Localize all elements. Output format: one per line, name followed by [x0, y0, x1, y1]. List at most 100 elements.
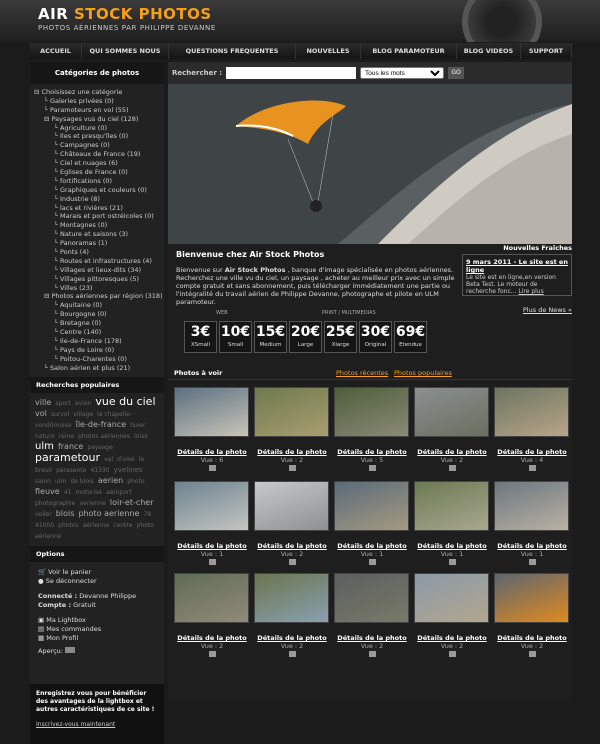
category-item[interactable]: └ Paramoteurs en vol (55)	[34, 106, 162, 115]
nav-accueil[interactable]: ACCUEIL	[30, 43, 82, 59]
category-item[interactable]: └ lacs et rivières (21)	[34, 204, 162, 213]
photo-thumbnail[interactable]	[334, 481, 409, 531]
photo-details-link[interactable]: Détails de la photo	[332, 634, 412, 642]
category-item[interactable]: └ Aquitaine (0)	[34, 301, 162, 310]
price-option[interactable]: 15€ Medium	[254, 321, 287, 353]
lightbox-link[interactable]: ▣ Ma Lightbox	[38, 616, 156, 625]
download-icon[interactable]	[288, 465, 296, 471]
photo-thumbnail[interactable]	[174, 573, 249, 623]
photo-thumbnail[interactable]	[414, 387, 489, 437]
site-logo[interactable]: AIR STOCK PHOTOS	[38, 5, 212, 23]
tag-cloud-link[interactable]: ulm	[55, 478, 66, 485]
tag-cloud-link[interactable]: 41330	[90, 467, 109, 474]
tag-cloud-link[interactable]: photo aerienne	[78, 509, 139, 518]
tag-cloud-link[interactable]: motorisé	[75, 489, 102, 496]
tag-cloud-link[interactable]: nature	[35, 433, 55, 440]
photo-details-link[interactable]: Détails de la photo	[252, 634, 332, 642]
tag-cloud-link[interactable]: aerien	[98, 476, 123, 485]
search-input[interactable]	[226, 67, 357, 79]
category-item[interactable]: └ Châteaux de France (19)	[34, 150, 162, 159]
category-item[interactable]: └ Pays de Loire (0)	[34, 346, 162, 355]
tag-cloud-link[interactable]: aérienne	[83, 522, 110, 529]
download-icon[interactable]	[448, 651, 456, 657]
download-icon[interactable]	[448, 559, 456, 565]
download-icon[interactable]	[288, 651, 296, 657]
tag-cloud-link[interactable]: photo	[127, 478, 144, 485]
tab-recent-photos[interactable]: Photos récentes	[336, 369, 388, 377]
photo-thumbnail[interactable]	[414, 573, 489, 623]
tag-cloud-link[interactable]: vue du ciel	[95, 395, 155, 408]
category-item[interactable]: └ Graphiques et couleurs (0)	[34, 186, 162, 195]
category-item[interactable]: └ Galeries privées (0)	[34, 97, 162, 106]
download-icon[interactable]	[208, 465, 216, 471]
tag-cloud-link[interactable]: blois	[56, 509, 75, 518]
category-item[interactable]: └ Villages pittoresques (5)	[34, 275, 162, 284]
price-option[interactable]: 69€ Etendue	[394, 321, 427, 353]
download-icon[interactable]	[208, 651, 216, 657]
tag-cloud-link[interactable]: loir-et-cher	[110, 498, 154, 507]
photo-thumbnail[interactable]	[494, 387, 569, 437]
photo-thumbnail[interactable]	[254, 573, 329, 623]
tag-cloud-link[interactable]: centre	[113, 522, 132, 529]
category-item[interactable]: └ Iles et presqu'îles (0)	[34, 132, 162, 141]
category-item[interactable]: ⊟ Paysages vus du ciel (128)	[34, 115, 162, 124]
tag-cloud-link[interactable]: photos aériennes	[78, 433, 130, 440]
nav-support[interactable]: SUPPORT	[521, 43, 572, 59]
tag-cloud-link[interactable]: parametour	[35, 451, 100, 464]
tag-cloud-link[interactable]: ulm	[35, 441, 54, 452]
download-icon[interactable]	[368, 465, 376, 471]
category-item[interactable]: └ Nature et saisons (3)	[34, 230, 162, 239]
category-item[interactable]: └ Ponts (4)	[34, 248, 162, 257]
orders-link[interactable]: ▤ Mes commandes	[38, 625, 156, 634]
tag-cloud-link[interactable]: 41000	[35, 522, 54, 529]
photo-thumbnail[interactable]	[254, 387, 329, 437]
download-icon[interactable]	[288, 559, 296, 565]
category-item[interactable]: └ Ciel et nuages (6)	[34, 159, 162, 168]
tag-cloud-link[interactable]: vol	[35, 409, 47, 418]
nav-blog-paramoteur[interactable]: BLOG PARAMOTEUR	[361, 43, 457, 59]
tag-cloud-link[interactable]: île-de-france	[76, 420, 127, 429]
category-item[interactable]: └ Agriculture (0)	[34, 124, 162, 133]
tag-cloud-link[interactable]: aéroport	[106, 489, 132, 496]
tag-cloud-link[interactable]: val	[104, 456, 113, 463]
download-icon[interactable]	[368, 559, 376, 565]
category-item[interactable]: ⊟ Photos aériennes par région (318)	[34, 292, 162, 301]
tag-cloud-link[interactable]: ville	[35, 398, 51, 407]
photo-details-link[interactable]: Détails de la photo	[492, 448, 572, 456]
category-item[interactable]: └ Routes et infrastructures (4)	[34, 257, 162, 266]
tag-cloud-link[interactable]: photos	[58, 522, 78, 529]
logout-link[interactable]: ● Se déconnecter	[38, 577, 156, 586]
photo-details-link[interactable]: Détails de la photo	[412, 448, 492, 456]
category-item[interactable]: └ Campagnes (0)	[34, 141, 162, 150]
tag-cloud-link[interactable]: voiler	[35, 511, 52, 518]
tag-cloud-link[interactable]: de blois	[70, 478, 93, 485]
tag-cloud-link[interactable]: hiver	[130, 422, 145, 429]
category-item[interactable]: └ Poitou-Charentes (0)	[34, 355, 162, 364]
category-item[interactable]: └ Marais et port ostréicoles (0)	[34, 212, 162, 221]
category-item[interactable]: └ Salon aérien et plus (21)	[34, 364, 162, 373]
tag-cloud-link[interactable]: salon	[35, 478, 51, 485]
more-news-link[interactable]: Plus de News »	[462, 306, 572, 314]
photo-details-link[interactable]: Détails de la photo	[492, 634, 572, 642]
category-item[interactable]: ⊟ Choisissez une catégorie	[34, 88, 162, 97]
tag-cloud-link[interactable]: france	[58, 442, 83, 451]
category-item[interactable]: └ Villes (23)	[34, 284, 162, 293]
price-option[interactable]: 25€ Xlarge	[324, 321, 357, 353]
category-item[interactable]: └ Villages et lieux-dits (34)	[34, 266, 162, 275]
category-item[interactable]: └ Ile-de-France (178)	[34, 337, 162, 346]
category-item[interactable]: └ Bourgogne (0)	[34, 310, 162, 319]
tag-cloud-link[interactable]: loisir	[134, 433, 148, 440]
price-option[interactable]: 30€ Original	[359, 321, 392, 353]
news-headline[interactable]: 9 mars 2011 - Le site est en ligne	[466, 258, 568, 274]
tag-cloud-link[interactable]: 41	[64, 489, 72, 496]
price-option[interactable]: 3€ XSmall	[184, 321, 217, 353]
photo-details-link[interactable]: Détails de la photo	[412, 634, 492, 642]
photo-details-link[interactable]: Détails de la photo	[492, 542, 572, 550]
photo-thumbnail[interactable]	[494, 573, 569, 623]
read-more-link[interactable]: Lire plus	[518, 288, 543, 295]
tag-cloud-link[interactable]: paysage	[87, 444, 112, 451]
category-item[interactable]: └ Industrie (8)	[34, 195, 162, 204]
profile-link[interactable]: ▦ Mon Profil	[38, 634, 156, 643]
download-icon[interactable]	[368, 651, 376, 657]
nav-blog-videos[interactable]: BLOG VIDEOS	[457, 43, 521, 59]
